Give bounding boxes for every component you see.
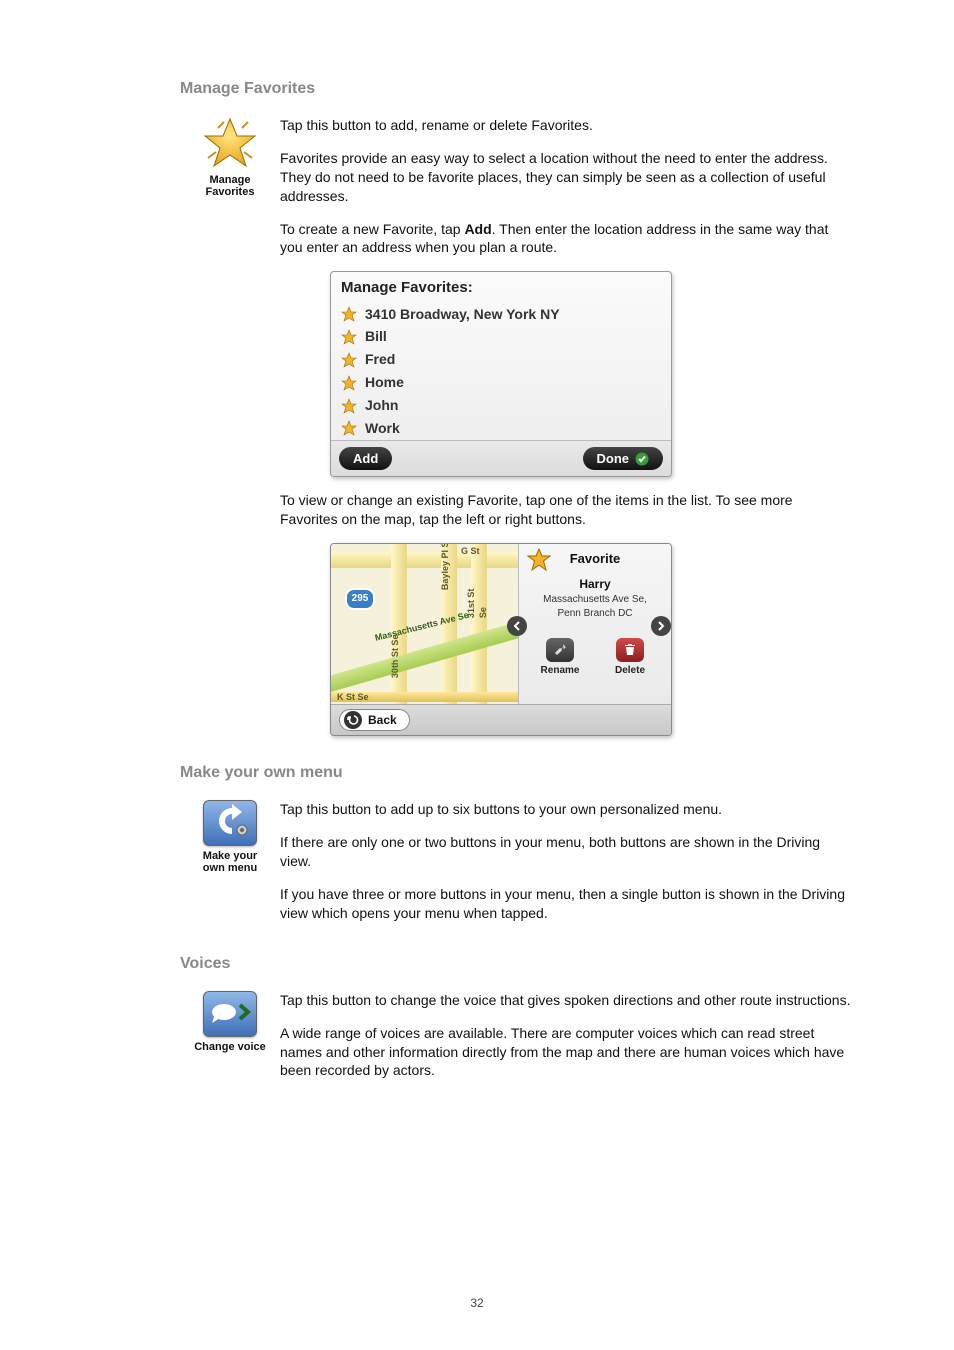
manage-favorites-icon-label-2: Favorites: [180, 186, 280, 198]
route-shield: 295: [345, 588, 375, 610]
star-icon: [341, 420, 357, 436]
voices-heading: Voices: [180, 955, 854, 973]
trash-icon: [623, 643, 637, 657]
add-button[interactable]: Add: [339, 447, 392, 471]
mf-p2: Favorites provide an easy way to select …: [280, 149, 854, 206]
manage-favorites-icon-block: Manage Favorites: [180, 116, 280, 736]
back-button[interactable]: Back: [339, 709, 410, 731]
favorite-list-item[interactable]: Fred: [331, 348, 671, 371]
manage-favorites-icon-label-1: Manage: [180, 174, 280, 186]
mf-p1: Tap this button to add, rename or delete…: [280, 116, 854, 135]
favorite-address-1: Massachusetts Ave Se,: [525, 594, 665, 606]
star-icon: [341, 352, 357, 368]
next-favorite-button[interactable]: [651, 616, 671, 636]
favorite-list-item[interactable]: 3410 Broadway, New York NY: [331, 303, 671, 326]
star-icon: [341, 306, 357, 322]
mm-p3: If you have three or more buttons in you…: [280, 885, 854, 923]
make-menu-icon-block: Make your own menu: [180, 800, 280, 936]
mf-p3: To create a new Favorite, tap Add. Then …: [280, 220, 854, 258]
change-voice-icon: [203, 991, 257, 1037]
road-label: Bayley Pl S: [439, 544, 451, 590]
make-menu-icon-label-2: own menu: [180, 862, 280, 874]
map-area[interactable]: 295 G St Bayley Pl S 31st St Se 30th St …: [331, 544, 518, 704]
rename-button[interactable]: Rename: [540, 638, 580, 678]
done-button[interactable]: Done: [583, 447, 664, 471]
change-voice-icon-label: Change voice: [180, 1041, 280, 1053]
mm-p2: If there are only one or two buttons in …: [280, 833, 854, 871]
star-icon: [527, 548, 551, 572]
prev-favorite-button[interactable]: [507, 616, 527, 636]
mf-p4: To view or change an existing Favorite, …: [280, 491, 854, 529]
page-number: 32: [0, 1296, 954, 1310]
v-p1: Tap this button to change the voice that…: [280, 991, 854, 1010]
chevron-right-icon: [656, 621, 666, 631]
star-icon: [341, 398, 357, 414]
favorite-name: Harry: [525, 576, 665, 592]
favorite-detail-panel: 295 G St Bayley Pl S 31st St Se 30th St …: [330, 543, 672, 736]
delete-button[interactable]: Delete: [610, 638, 650, 678]
star-icon: [341, 375, 357, 391]
back-icon: [347, 714, 359, 726]
change-voice-icon-block: Change voice: [180, 991, 280, 1095]
manage-favorites-panel: Manage Favorites: 3410 Broadway, New Yor…: [330, 271, 672, 477]
road-label: G St: [461, 545, 480, 557]
make-menu-icon-label-1: Make your: [180, 850, 280, 862]
mm-p1: Tap this button to add up to six buttons…: [280, 800, 854, 819]
favorite-side-panel: Favorite Harry Massachusetts Ave Se, Pen…: [518, 544, 671, 704]
favorite-list-item[interactable]: Work: [331, 417, 671, 440]
v-p2: A wide range of voices are available. Th…: [280, 1024, 854, 1081]
favorite-list-item[interactable]: Home: [331, 371, 671, 394]
manage-favorites-heading: Manage Favorites: [180, 80, 854, 98]
make-menu-icon: [203, 800, 257, 846]
road-label: 31st St Se: [465, 577, 489, 618]
make-menu-heading: Make your own menu: [180, 764, 854, 782]
favorite-address-2: Penn Branch DC: [525, 608, 665, 620]
wrench-icon: [552, 642, 568, 658]
panel-title: Manage Favorites:: [331, 272, 671, 302]
road-label: 30th St Se: [389, 635, 401, 679]
road-label: K St Se: [337, 691, 369, 703]
favorite-list-item[interactable]: John: [331, 394, 671, 417]
chevron-left-icon: [512, 621, 522, 631]
star-icon: [341, 329, 357, 345]
favorite-list-item[interactable]: Bill: [331, 325, 671, 348]
star-icon: [202, 116, 258, 172]
check-icon: [635, 452, 649, 466]
